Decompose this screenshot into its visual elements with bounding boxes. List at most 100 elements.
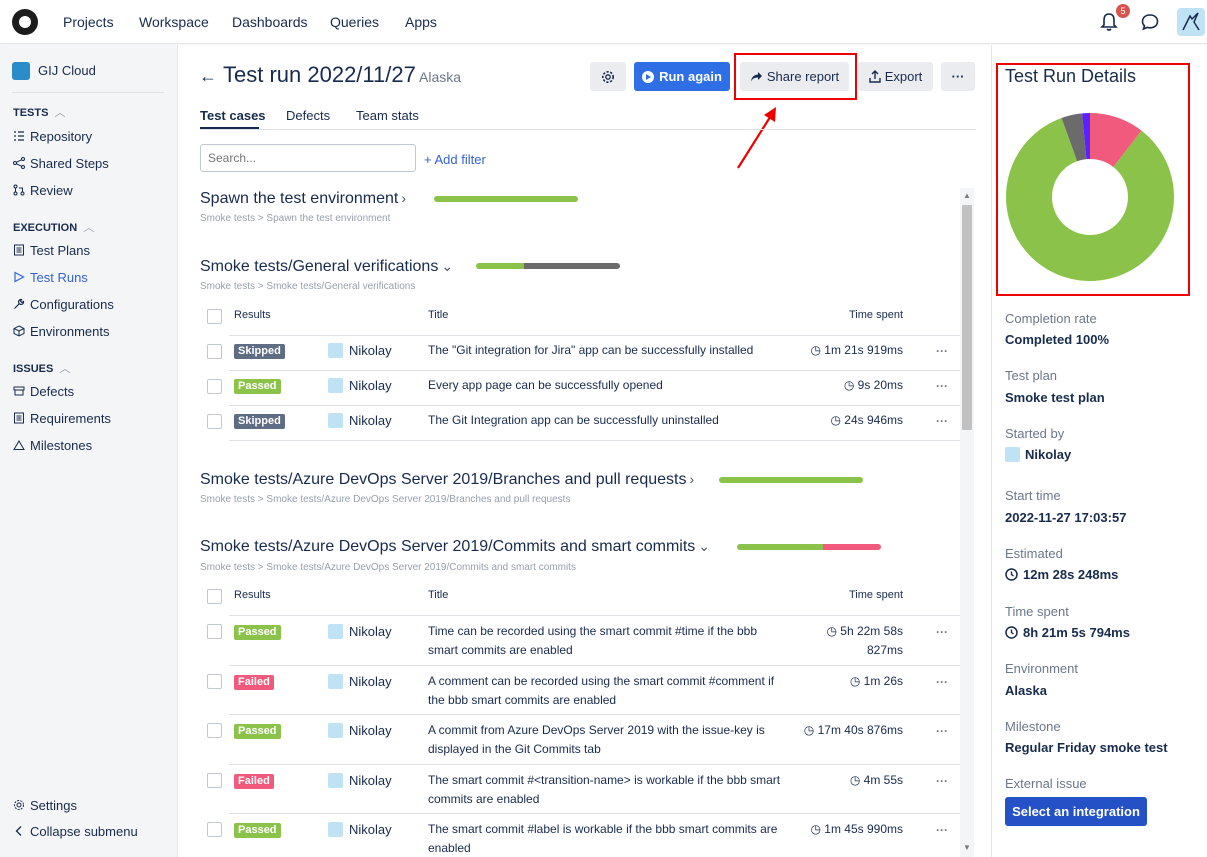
avatar (328, 624, 343, 639)
scroll-down-arrow-icon[interactable]: ▼ (963, 843, 971, 852)
select-all-checkbox[interactable] (207, 309, 222, 324)
document-icon (14, 412, 24, 424)
scrollbar-thumb[interactable] (962, 205, 972, 430)
row-checkbox[interactable] (207, 379, 222, 394)
nav-apps[interactable]: Apps (405, 14, 437, 30)
test-plan-value[interactable]: Smoke test plan (1005, 390, 1105, 405)
breadcrumb: Smoke tests > Smoke tests/Azure DevOps S… (200, 562, 576, 573)
sidebar-item-environments[interactable]: Environments (13, 322, 109, 340)
settings-button[interactable] (590, 62, 626, 91)
sidebar-item-shared-steps[interactable]: Shared Steps (13, 154, 109, 172)
row-more-button[interactable]: ··· (936, 625, 948, 639)
completion-label: Completion rate (1005, 311, 1097, 326)
row-more-button[interactable]: ··· (936, 379, 948, 393)
tab-team-stats[interactable]: Team stats (356, 108, 419, 123)
estimated-value: 12m 28s 248ms (1005, 567, 1118, 582)
tab-defects[interactable]: Defects (286, 108, 330, 123)
test-case-title[interactable]: The Git Integration app can be successfu… (428, 411, 788, 430)
test-case-title[interactable]: The smart commit #label is workable if t… (428, 820, 788, 857)
run-again-button[interactable]: Run again (634, 62, 730, 91)
sidebar-item-test-runs[interactable]: Test Runs (13, 268, 88, 286)
scroll-up-arrow-icon[interactable]: ▲ (963, 191, 971, 200)
row-more-button[interactable]: ··· (936, 823, 948, 837)
sidebar-item-repository[interactable]: Repository (13, 127, 92, 145)
bell-icon[interactable] (1100, 12, 1118, 32)
test-case-title[interactable]: Time can be recorded using the smart com… (428, 622, 788, 660)
nav-queries[interactable]: Queries (330, 14, 379, 30)
chevron-up-icon: ︿ (83, 222, 95, 234)
assignee: Nikolay (349, 723, 392, 738)
app-logo[interactable] (12, 9, 38, 35)
row-more-button[interactable]: ··· (936, 774, 948, 788)
group-title[interactable]: Smoke tests/Azure DevOps Server 2019/Bra… (200, 471, 694, 489)
column-results[interactable]: Results (234, 309, 271, 321)
row-checkbox[interactable] (207, 344, 222, 359)
export-button[interactable]: Export (858, 62, 933, 91)
tab-test-cases[interactable]: Test cases (200, 108, 266, 123)
sidebar-item-label: Defects (30, 383, 75, 399)
row-checkbox[interactable] (207, 723, 222, 738)
row-checkbox[interactable] (207, 674, 222, 689)
group-title[interactable]: Smoke tests/General verifications ⌄ (200, 258, 453, 276)
test-case-title[interactable]: A commit from Azure DevOps Server 2019 w… (428, 721, 788, 759)
status-badge: Passed (234, 823, 281, 838)
share-report-button[interactable]: Share report (740, 62, 849, 91)
section-issues[interactable]: ISSUES ︿ (13, 360, 70, 376)
wrench-icon (14, 298, 25, 309)
nav-workspace[interactable]: Workspace (139, 14, 209, 30)
avatar (328, 413, 343, 428)
group-progress-bar (719, 477, 863, 483)
more-options-button[interactable]: ··· (941, 62, 975, 91)
column-title[interactable]: Title (428, 589, 448, 601)
column-time-spent[interactable]: Time spent (849, 309, 903, 321)
group-title[interactable]: Smoke tests/Azure DevOps Server 2019/Com… (200, 538, 710, 556)
section-tests[interactable]: TESTS ︿ (13, 104, 65, 120)
row-checkbox[interactable] (207, 624, 222, 639)
share-nodes-icon (13, 157, 25, 169)
breadcrumb: Smoke tests > Smoke tests/General verifi… (200, 281, 416, 292)
sidebar-item-configurations[interactable]: Configurations (13, 295, 114, 313)
row-more-button[interactable]: ··· (936, 675, 948, 689)
row-more-button[interactable]: ··· (936, 344, 948, 358)
row-more-button[interactable]: ··· (936, 724, 948, 738)
sidebar-item-requirements[interactable]: Requirements (13, 409, 111, 427)
chat-icon[interactable] (1140, 12, 1160, 32)
collapse-submenu-button[interactable]: Collapse submenu (13, 822, 138, 840)
back-arrow-icon[interactable]: ← (199, 66, 217, 87)
user-avatar[interactable] (1177, 8, 1205, 36)
row-divider (229, 405, 960, 406)
avatar (328, 723, 343, 738)
nav-projects[interactable]: Projects (63, 14, 114, 30)
section-execution[interactable]: EXECUTION ︿ (13, 219, 94, 235)
select-all-checkbox[interactable] (207, 589, 222, 604)
test-case-title[interactable]: Every app page can be successfully opene… (428, 376, 788, 395)
test-case-title[interactable]: A comment can be recorded using the smar… (428, 672, 788, 710)
play-circle-icon (642, 70, 655, 83)
sidebar-item-settings[interactable]: Settings (13, 796, 77, 814)
run-environment: Alaska (419, 69, 462, 85)
sidebar-item-review[interactable]: Review (13, 181, 73, 199)
search-input[interactable] (200, 144, 416, 172)
select-integration-button[interactable]: Select an integration (1005, 797, 1147, 826)
play-icon (14, 271, 25, 283)
group-title[interactable]: Spawn the test environment › (200, 190, 406, 208)
add-filter-link[interactable]: + Add filter (424, 152, 486, 167)
project-name[interactable]: GIJ Cloud (38, 63, 96, 78)
sidebar-item-label: Milestones (30, 437, 93, 453)
test-case-title[interactable]: The smart commit #<transition-name> is w… (428, 771, 788, 809)
row-checkbox[interactable] (207, 822, 222, 837)
column-title[interactable]: Title (428, 309, 448, 321)
milestone-value[interactable]: Regular Friday smoke test (1005, 740, 1168, 755)
sidebar-item-test-plans[interactable]: Test Plans (13, 241, 90, 259)
column-time-spent[interactable]: Time spent (849, 589, 903, 601)
row-checkbox[interactable] (207, 773, 222, 788)
test-case-title[interactable]: The "Git integration for Jira" app can b… (428, 341, 788, 360)
sidebar-item-defects[interactable]: Defects (13, 382, 74, 400)
time-spent-label: Time spent (1005, 604, 1069, 619)
row-more-button[interactable]: ··· (936, 414, 948, 428)
row-checkbox[interactable] (207, 414, 222, 429)
sidebar-item-label: Repository (30, 128, 93, 144)
column-results[interactable]: Results (234, 589, 271, 601)
sidebar-item-milestones[interactable]: Milestones (13, 436, 92, 454)
nav-dashboards[interactable]: Dashboards (232, 14, 308, 30)
